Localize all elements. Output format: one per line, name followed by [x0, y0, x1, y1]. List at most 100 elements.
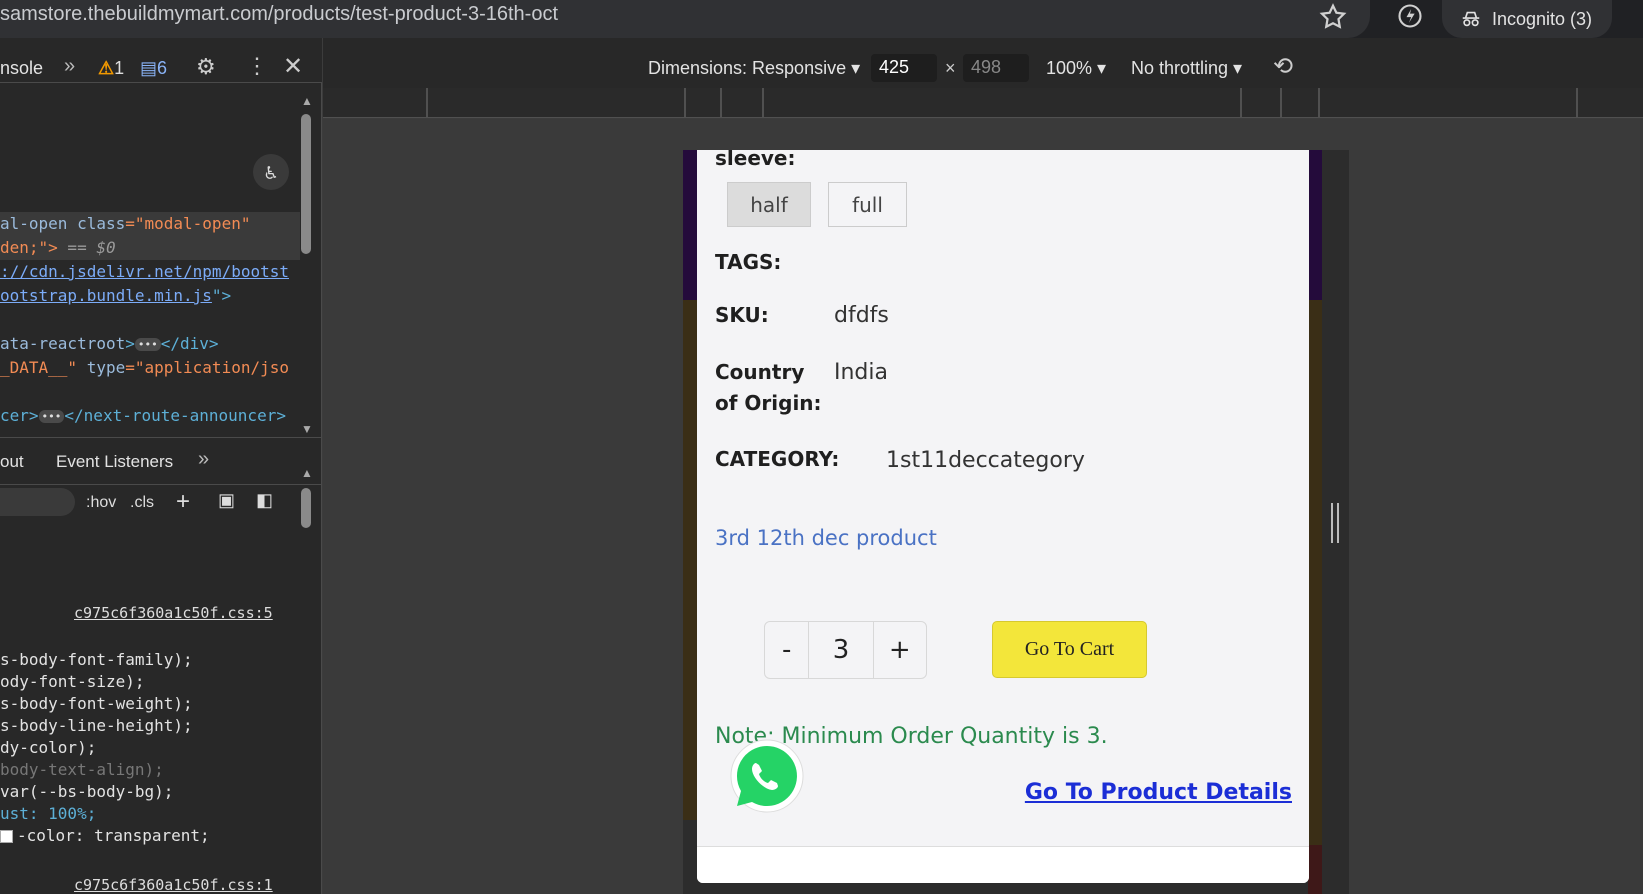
browser-toolbar: samstore.thebuildmymart.com/products/tes… [0, 0, 1643, 38]
incognito-icon [1462, 11, 1480, 27]
warning-count: 1 [114, 58, 125, 78]
page-backdrop [1308, 300, 1322, 845]
ruler-tick [762, 88, 764, 118]
cls-toggle[interactable]: .cls [130, 494, 154, 512]
ruler-tick [684, 88, 686, 118]
css-line[interactable]: s-body-font-weight); [0, 694, 193, 713]
dimension-separator: × [945, 58, 956, 78]
devtools-panel: nsole » ⚠1 ▤6 ⚙ ⋮ ✕ ♿ al-open class="mod… [0, 38, 322, 894]
zoom-dropdown[interactable]: 100% ▾ [1046, 58, 1106, 79]
origin-value: India [834, 360, 888, 385]
more-tabs-icon[interactable]: » [64, 55, 75, 78]
elements-tree: ♿ al-open class="modal-open" den;"> == $… [0, 84, 300, 425]
sku-label: SKU: [715, 303, 769, 327]
tab-layout[interactable]: out [0, 452, 24, 472]
related-product-link[interactable]: 3rd 12th dec product [715, 526, 937, 550]
paint-icon[interactable]: ▣ [218, 490, 235, 511]
gear-icon[interactable]: ⚙ [196, 54, 216, 80]
device-toolbar: Dimensions: Responsive ▾ 425 × 498 100% … [323, 38, 1643, 88]
kebab-menu-icon[interactable]: ⋮ [246, 53, 268, 79]
sleeve-option-full[interactable]: full [828, 182, 907, 227]
tab-event-listeners[interactable]: Event Listeners [56, 452, 173, 472]
rotate-icon[interactable]: ⟲ [1273, 52, 1293, 81]
accessibility-icon[interactable]: ♿ [253, 154, 289, 190]
height-input[interactable]: 498 [963, 54, 1029, 82]
code-line[interactable]: al-open class="modal-open" [0, 214, 250, 233]
scroll-up-icon[interactable]: ▲ [301, 94, 313, 108]
scroll-thumb[interactable] [301, 488, 311, 528]
decrement-button[interactable]: - [765, 622, 810, 678]
modal-footer [697, 846, 1309, 883]
more-tabs-icon[interactable]: » [198, 448, 209, 471]
throttle-dropdown[interactable]: No throttling ▾ [1131, 58, 1242, 79]
origin-label-line-2: of Origin: [715, 391, 822, 415]
css-line[interactable]: -color: transparent; [0, 826, 210, 845]
resize-handle[interactable] [1331, 503, 1339, 543]
styles-filter-input[interactable] [0, 488, 75, 516]
ruler-tick [1280, 88, 1282, 118]
media-query-ruler[interactable] [323, 88, 1643, 118]
incognito-label: Incognito (3) [1492, 8, 1593, 29]
css-line[interactable]: s-body-line-height); [0, 716, 193, 735]
devtools-toolbar: nsole » ⚠1 ▤6 ⚙ ⋮ ✕ [0, 38, 322, 83]
code-line[interactable]: ata-reactroot> ••• </div> [0, 334, 219, 353]
category-value: 1st11deccategory [886, 448, 1085, 473]
page-backdrop [683, 150, 697, 300]
ruler-tick [426, 88, 428, 118]
hov-toggle[interactable]: :hov [86, 494, 116, 512]
page-backdrop [683, 300, 697, 820]
code-line[interactable]: _DATA__" type="application/jso [0, 358, 289, 377]
ellipsis-icon[interactable]: ••• [38, 410, 65, 423]
scroll-up-icon[interactable]: ▲ [301, 466, 313, 480]
go-to-product-details-link[interactable]: Go To Product Details [1025, 780, 1292, 805]
css-line[interactable]: dy-color); [0, 738, 96, 757]
css-line[interactable]: s-body-font-family); [0, 650, 193, 669]
css-source-link[interactable]: c975c6f360a1c50f.css:1 [74, 876, 273, 894]
messages-badge[interactable]: ▤6 [140, 58, 167, 79]
category-label: CATEGORY: [715, 447, 840, 471]
whatsapp-icon[interactable] [725, 736, 809, 820]
styles-tabbar: out Event Listeners » [0, 437, 322, 485]
message-count: 6 [157, 58, 168, 78]
code-line[interactable]: cer> ••• </next-route-announcer> [0, 406, 286, 425]
increment-button[interactable]: + [874, 622, 926, 678]
styles-filter-row: :hov .cls + ▣ ◧ [0, 484, 300, 520]
sleeve-option-half[interactable]: half [727, 182, 811, 227]
quantity-value[interactable]: 3 [809, 622, 874, 678]
warning-icon: ⚠ [98, 58, 115, 78]
dimensions-dropdown[interactable]: Dimensions: Responsive ▾ [648, 58, 860, 79]
performance-icon[interactable] [1396, 2, 1424, 30]
scroll-down-icon[interactable]: ▼ [301, 422, 313, 436]
code-line[interactable]: ://cdn.jsdelivr.net/npm/bootst [0, 262, 289, 281]
scroll-thumb[interactable] [301, 114, 311, 254]
css-line[interactable]: var(--bs-body-bg); [0, 782, 173, 801]
product-modal: sleeve: half full TAGS: SKU: dfdfs Count… [697, 150, 1309, 883]
go-to-cart-button[interactable]: Go To Cart [992, 621, 1147, 678]
css-line[interactable]: body-text-align); [0, 760, 164, 779]
css-line[interactable]: ody-font-size); [0, 672, 145, 691]
code-line[interactable]: ootstrap.bundle.min.js"> [0, 286, 231, 305]
close-icon[interactable]: ✕ [283, 52, 303, 81]
address-bar[interactable]: samstore.thebuildmymart.com/products/tes… [0, 0, 1370, 38]
ruler-tick [720, 88, 722, 118]
add-rule-icon[interactable]: + [176, 488, 190, 516]
styles-scrollbar[interactable]: ▲ [300, 466, 313, 566]
warnings-badge[interactable]: ⚠1 [98, 58, 124, 79]
ellipsis-icon[interactable]: ••• [134, 338, 161, 351]
page-backdrop [1308, 845, 1322, 894]
elements-scrollbar[interactable]: ▲ ▼ [300, 94, 313, 440]
code-line[interactable]: den;"> == $0 [0, 238, 116, 257]
incognito-button[interactable]: Incognito (3) [1442, 0, 1612, 38]
ruler-tick [1240, 88, 1242, 118]
ruler-tick [1318, 88, 1320, 118]
css-source-link[interactable]: c975c6f360a1c50f.css:5 [74, 604, 273, 622]
tab-console[interactable]: nsole [0, 58, 43, 79]
width-input[interactable]: 425 [871, 54, 937, 82]
css-line[interactable]: ust: 100%; [0, 804, 96, 823]
sleeve-label: sleeve: [715, 150, 796, 170]
url-text[interactable]: samstore.thebuildmymart.com/products/tes… [0, 3, 558, 26]
quantity-stepper: - 3 + [764, 621, 927, 679]
sidebar-toggle-icon[interactable]: ◧ [256, 490, 273, 511]
bookmark-star-icon[interactable] [1318, 2, 1348, 32]
color-swatch[interactable] [0, 830, 13, 843]
